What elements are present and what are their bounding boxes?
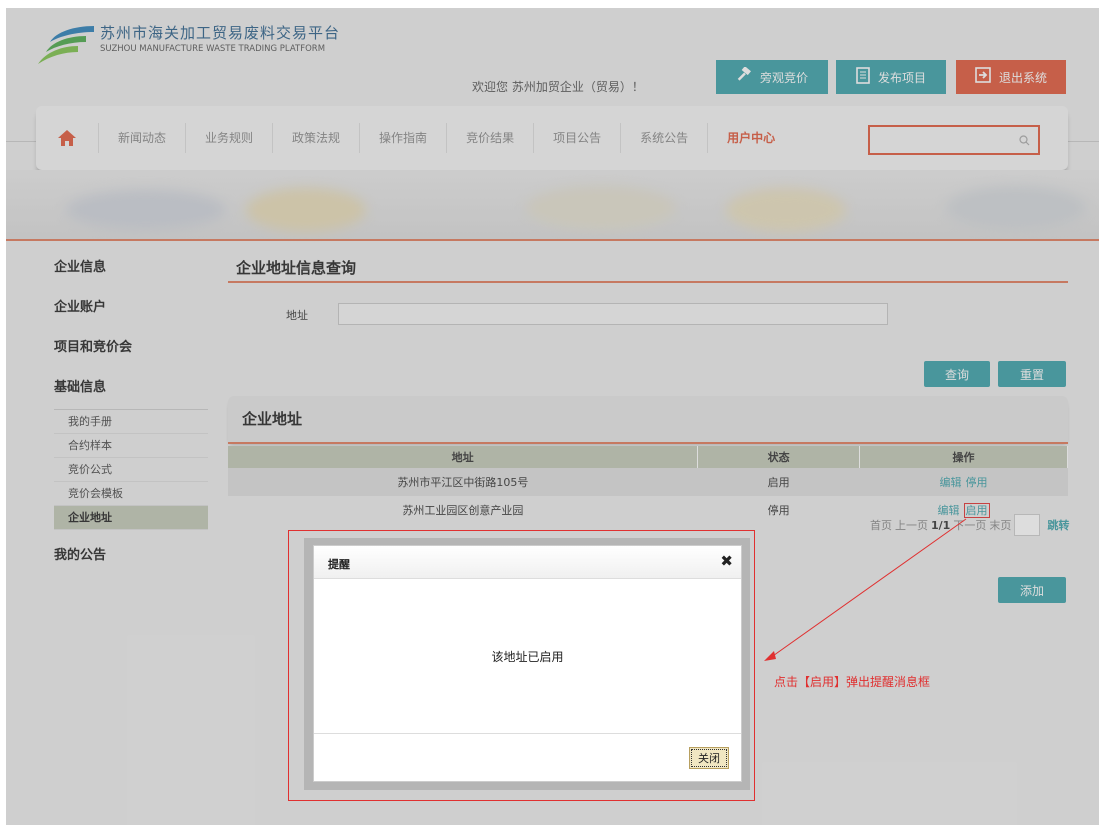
dialog-message: 该地址已启用 — [491, 649, 564, 664]
dialog-header: 提醒 ✖ — [314, 546, 741, 579]
alert-dialog: 提醒 ✖ 该地址已启用 关闭 — [313, 545, 742, 782]
dialog-title: 提醒 — [328, 558, 350, 571]
annotation-text: 点击【启用】弹出提醒消息框 — [774, 675, 931, 689]
close-icon[interactable]: ✖ — [720, 552, 733, 570]
page: 苏州市海关加工贸易废料交易平台 SUZHOU MANUFACTURE WASTE… — [6, 8, 1099, 825]
dialog-footer: 关闭 — [314, 733, 741, 781]
close-button[interactable]: 关闭 — [689, 747, 729, 769]
